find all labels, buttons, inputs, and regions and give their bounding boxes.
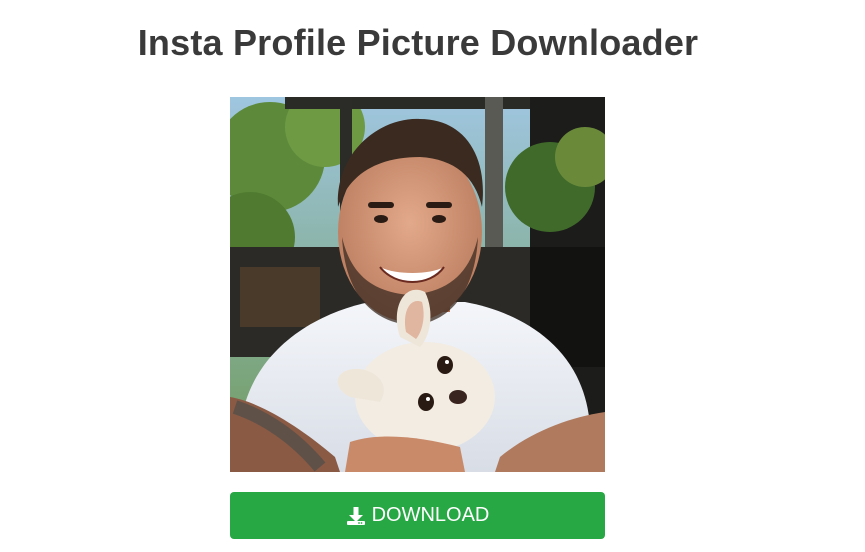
download-icon [346, 506, 366, 526]
download-label: DOWNLOAD [371, 504, 490, 526]
download-button[interactable]: DOWNLOAD [230, 492, 605, 539]
page-title: Insta Profile Picture Downloader [137, 22, 699, 63]
profile-picture [230, 97, 605, 472]
